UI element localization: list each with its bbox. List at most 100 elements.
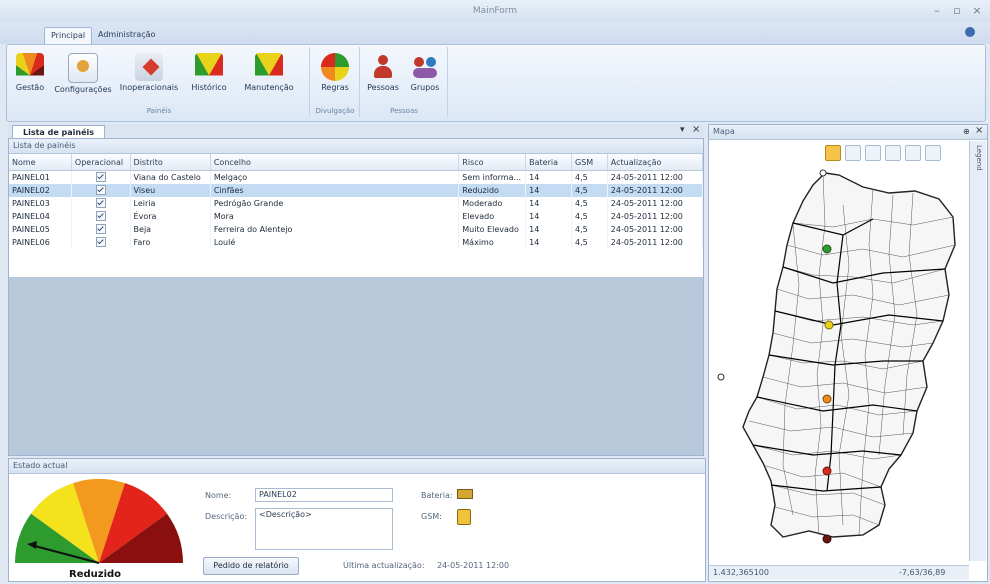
table-row[interactable]: PAINEL03 Leiria Pedrógão Grande Moderado 14 4… xyxy=(9,197,704,210)
close-panel-icon[interactable]: × xyxy=(692,124,700,135)
column-header[interactable]: Risco xyxy=(458,154,527,171)
table-cell: 24-05-2011 12:00 xyxy=(607,197,704,210)
manutencao-button[interactable]: Manutenção xyxy=(237,49,301,105)
legend-sidebar[interactable]: Legend xyxy=(969,141,986,561)
column-header[interactable]: Actualização xyxy=(607,154,704,171)
table-cell: Ferreira do Alentejo xyxy=(210,223,460,236)
bateria-label: Bateria: xyxy=(421,491,453,500)
table-row[interactable]: PAINEL01 Viana do Castelo Melgaço Sem infor… xyxy=(9,170,704,184)
legend-tab[interactable]: Legend xyxy=(975,145,983,171)
map-marker-painel02 xyxy=(824,320,834,330)
list-caption: Lista de painéis xyxy=(9,139,703,154)
tab-principal[interactable]: Principal xyxy=(44,27,93,44)
nome-field[interactable]: PAINEL02 xyxy=(255,488,393,502)
pan-hand-icon[interactable] xyxy=(825,145,841,161)
table-cell: 4,5 xyxy=(571,223,608,236)
descricao-field[interactable]: <Descrição> xyxy=(255,508,393,550)
gestao-label: Gestão xyxy=(15,83,45,92)
table-row[interactable]: PAINEL05 Beja Ferreira do Alentejo Muito El… xyxy=(9,223,704,236)
table-cell: 24-05-2011 12:00 xyxy=(607,170,704,184)
history-search-icon xyxy=(195,53,223,81)
person-icon xyxy=(369,53,397,81)
column-header[interactable]: Distrito xyxy=(130,154,211,171)
inoperacionais-label: Inoperacionais xyxy=(119,83,179,92)
regras-label: Regras xyxy=(321,83,349,92)
table-cell: Máximo xyxy=(458,236,527,249)
table-cell: Melgaço xyxy=(210,170,460,184)
zoom-in-icon[interactable] xyxy=(865,145,881,161)
table-row[interactable]: PAINEL04 Évora Mora Elevado 14 4,5 24-05-2011 … xyxy=(9,210,704,223)
select-pointer-icon[interactable] xyxy=(905,145,921,161)
table-cell: PAINEL03 xyxy=(9,197,72,210)
column-header[interactable]: GSM xyxy=(571,154,608,171)
pessoas-button[interactable]: Pessoas xyxy=(363,49,403,105)
group-paineis: Gestão Configurações Inoperacionais Hist… xyxy=(9,47,310,117)
inoperacionais-button[interactable]: Inoperacionais xyxy=(117,49,181,105)
measure-icon[interactable] xyxy=(925,145,941,161)
table-cell: 14 xyxy=(525,197,573,210)
pin-dropdown-icon[interactable]: ▾ xyxy=(680,125,685,135)
table-cell: 4,5 xyxy=(571,197,608,210)
regras-button[interactable]: Regras xyxy=(315,49,355,105)
table-empty-area xyxy=(9,277,703,455)
close-icon[interactable]: × xyxy=(970,4,984,18)
table-cell: PAINEL06 xyxy=(9,236,72,249)
operacional-checkbox[interactable] xyxy=(95,184,106,195)
help-icon[interactable] xyxy=(965,27,975,37)
table-cell: 4,5 xyxy=(571,170,608,184)
map-coord-right: -7,63/36,89 xyxy=(899,568,946,577)
gauge-label: Reduzido xyxy=(69,569,122,580)
configuracoes-button[interactable]: Configurações xyxy=(51,49,115,105)
map-close-icon[interactable]: × xyxy=(975,125,983,136)
column-header[interactable]: Concelho xyxy=(210,154,460,171)
map-panel: Mapa ⊕ × Legend 1.432,365100 -7,63/36,89 xyxy=(708,124,988,582)
tab-administracao[interactable]: Administração xyxy=(92,27,161,43)
operacional-checkbox[interactable] xyxy=(95,223,106,234)
battery-icon xyxy=(457,489,473,499)
operacional-checkbox[interactable] xyxy=(95,210,106,221)
estado-panel: Estado actual Reduzido Nome: PAINEL02 De… xyxy=(8,458,706,582)
portugal-map[interactable] xyxy=(713,165,967,565)
table-row[interactable]: PAINEL02 Viseu Cinfães Reduzido 14 4,5 24-05-2… xyxy=(9,184,704,197)
grupos-label: Grupos xyxy=(410,83,440,92)
table-cell: 14 xyxy=(525,184,573,197)
gestao-button[interactable]: Gestão xyxy=(11,49,49,105)
estado-caption: Estado actual xyxy=(9,459,705,474)
maintenance-tools-icon xyxy=(255,53,283,81)
table-cell: 4,5 xyxy=(571,210,608,223)
settings-doc-icon xyxy=(68,53,98,83)
table-cell: 24-05-2011 12:00 xyxy=(607,210,704,223)
operacional-checkbox[interactable] xyxy=(95,236,106,247)
list-panel: Lista de painéis ▾ × Lista de painéis No… xyxy=(8,124,704,456)
pedido-relatorio-button[interactable]: Pedido de relatório xyxy=(203,557,299,575)
zoom-out-icon[interactable] xyxy=(885,145,901,161)
operacional-cell xyxy=(71,184,131,197)
column-header[interactable]: Nome xyxy=(9,154,72,171)
group-icon xyxy=(411,53,439,81)
historico-label: Histórico xyxy=(191,83,227,92)
operacional-checkbox[interactable] xyxy=(95,197,106,208)
map-toolbar xyxy=(825,145,965,161)
group-divulgacao: Regras Divulgação xyxy=(311,47,360,117)
grupos-button[interactable]: Grupos xyxy=(405,49,445,105)
table-cell: 14 xyxy=(525,170,573,184)
zoom-extent-icon[interactable] xyxy=(845,145,861,161)
map-pin-icon[interactable]: ⊕ xyxy=(963,127,970,136)
table-cell: Elevado xyxy=(458,210,527,223)
gauge-icon xyxy=(16,53,44,81)
column-header[interactable]: Operacional xyxy=(71,154,131,171)
pessoas-label: Pessoas xyxy=(367,83,399,92)
operacional-cell xyxy=(71,210,131,223)
column-header[interactable]: Bateria xyxy=(525,154,573,171)
historico-button[interactable]: Histórico xyxy=(183,49,235,105)
tab-lista-paineis[interactable]: Lista de painéis xyxy=(12,125,106,139)
operacional-checkbox[interactable] xyxy=(95,171,106,182)
table-row[interactable]: PAINEL06 Faro Loulé Máximo 14 4,5 24-05-2011 1… xyxy=(9,236,704,249)
ribbon-tabs: Principal Administração xyxy=(0,22,990,44)
minimize-icon[interactable]: – xyxy=(930,4,944,18)
table-cell: Leiria xyxy=(130,197,211,210)
table-cell: Cinfães xyxy=(210,184,460,197)
maximize-icon[interactable]: ▫ xyxy=(950,4,964,18)
ribbon: Gestão Configurações Inoperacionais Hist… xyxy=(6,44,986,122)
rules-icon xyxy=(321,53,349,81)
